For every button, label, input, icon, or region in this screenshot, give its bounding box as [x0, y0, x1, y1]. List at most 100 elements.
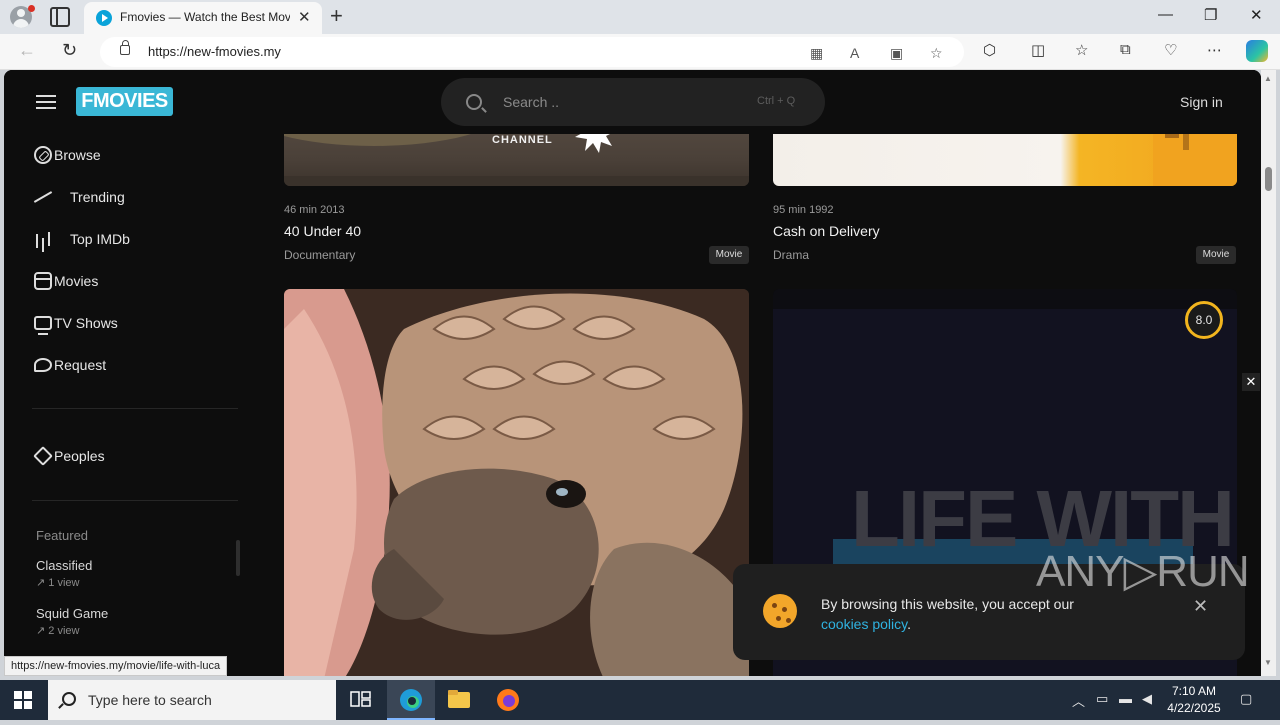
tab-bar: Fmovies — Watch the Best Movies ✕ + — ❐ … [0, 0, 1280, 34]
sign-in-link[interactable]: Sign in [1180, 94, 1223, 110]
views-count: 1 view [48, 577, 80, 589]
star-icon [33, 446, 53, 466]
cookie-close-button[interactable]: ✕ [1193, 596, 1208, 617]
scrollbar-thumb[interactable] [1265, 167, 1272, 191]
url-text[interactable]: https://new-fmovies.my [148, 44, 281, 59]
tray-chevron-icon[interactable]: ︿ [1072, 691, 1085, 710]
featured-item-views: ↗ 1 view [36, 577, 80, 589]
more-menu-icon[interactable]: ⋯ [1207, 41, 1222, 59]
file-explorer-icon[interactable] [435, 680, 483, 720]
taskbar: Type here to search ︿ ▭ ▬ ◀ 7:10 AM 4/22… [0, 680, 1280, 720]
tab-active[interactable]: Fmovies — Watch the Best Movies ✕ [84, 2, 322, 34]
status-bar-url: https://new-fmovies.my/movie/life-with-l… [4, 656, 228, 676]
folder-icon [448, 690, 470, 708]
tray-device-icon[interactable]: ▭ [1096, 691, 1108, 707]
sidebar-item-label: Peoples [54, 448, 105, 464]
tab-title: Fmovies — Watch the Best Movies [120, 10, 290, 24]
extensions-icon[interactable]: ⬡ [983, 41, 996, 59]
lock-icon[interactable] [120, 40, 130, 55]
site-logo[interactable]: FMOVIES [76, 87, 173, 116]
sidebar-item-label: TV Shows [54, 315, 118, 331]
minimize-button[interactable]: — [1158, 6, 1173, 23]
taskbar-search[interactable]: Type here to search [48, 680, 336, 720]
window-close-button[interactable]: ✕ [1250, 6, 1263, 24]
task-view-icon[interactable] [336, 680, 384, 720]
split-screen-icon[interactable]: ◫ [1031, 41, 1045, 59]
type-badge: Movie [709, 246, 749, 264]
edge-taskbar-icon[interactable] [387, 680, 435, 720]
favorite-star-icon[interactable]: ☆ [930, 45, 943, 62]
poster-pangolin[interactable] [284, 289, 749, 676]
cookies-policy-link[interactable]: cookies policy [821, 616, 907, 632]
card-title[interactable]: 40 Under 40 [284, 223, 361, 239]
read-aloud-icon[interactable]: A [850, 45, 859, 61]
chat-bubble-icon [34, 358, 52, 372]
views-count: 2 view [48, 625, 80, 637]
search-shortcut-hint: Ctrl + Q [757, 95, 796, 107]
cookie-text: By browsing this website, you accept our… [821, 594, 1074, 634]
scroll-up-icon[interactable]: ▲ [1264, 74, 1272, 83]
notifications-icon[interactable]: ▢ [1240, 691, 1252, 707]
tab-actions-icon[interactable] [50, 7, 70, 27]
divider [32, 408, 238, 409]
sidebar-item-request[interactable]: Request [32, 353, 106, 377]
trending-icon [32, 186, 54, 208]
compass-icon [34, 146, 52, 164]
apps-icon[interactable]: ▦ [810, 45, 823, 62]
sidebar-item-movies[interactable]: Movies [32, 269, 98, 293]
divider [32, 500, 238, 501]
overlay-close-button[interactable]: ✕ [1242, 373, 1260, 391]
restore-button[interactable]: ❐ [1204, 6, 1217, 24]
bar-chart-icon [32, 228, 54, 250]
scroll-down-icon[interactable]: ▼ [1264, 658, 1272, 667]
url-field[interactable]: https://new-fmovies.my ▦ A ▣ ☆ [100, 37, 964, 67]
tv-icon [34, 316, 52, 335]
card-title[interactable]: Cash on Delivery [773, 223, 880, 239]
sidebar-item-peoples[interactable]: Peoples [32, 444, 105, 468]
search-input[interactable] [503, 92, 703, 112]
sidebar-item-label: Request [54, 357, 107, 373]
tab-close-button[interactable]: ✕ [298, 8, 311, 26]
taskbar-search-text[interactable]: Type here to search [88, 692, 212, 708]
featured-heading: Featured [36, 528, 89, 543]
featured-scrollbar[interactable] [236, 540, 240, 576]
cookie-icon [763, 594, 797, 628]
sidebar-item-browse[interactable]: Browse [32, 143, 101, 167]
network-icon[interactable]: ▬ [1119, 691, 1132, 706]
search-bar[interactable]: Ctrl + Q [441, 78, 825, 126]
card-genre: Drama [773, 248, 810, 262]
clock-date[interactable]: 4/22/2025 [1166, 701, 1222, 715]
reload-icon[interactable]: ↻ [62, 40, 77, 61]
firefox-icon[interactable] [484, 680, 532, 720]
collections-icon[interactable]: ⧉ [1120, 41, 1131, 58]
type-badge: Movie [1196, 246, 1236, 264]
new-tab-button[interactable]: + [330, 3, 343, 29]
immersive-reader-icon[interactable]: ▣ [890, 45, 903, 62]
card-genre: Documentary [284, 248, 356, 262]
notification-dot [28, 5, 35, 12]
featured-item-title[interactable]: Classified [36, 558, 92, 573]
sidebar-item-label: Top IMDb [70, 231, 130, 247]
search-icon [466, 94, 482, 110]
featured-item-title[interactable]: Squid Game [36, 606, 108, 621]
sidebar-item-top-imdb[interactable]: Top IMDb [32, 227, 130, 251]
poster-channel-text: CHANNEL [492, 134, 553, 146]
site-header: FMOVIES Ctrl + Q Sign in [4, 70, 1261, 134]
copilot-icon[interactable] [1246, 40, 1268, 62]
sidebar-item-tv-shows[interactable]: TV Shows [32, 311, 118, 335]
card-meta: 46 min 2013 [284, 204, 345, 216]
back-arrow-icon[interactable]: ← [18, 40, 36, 61]
sidebar-item-label: Browse [54, 147, 101, 163]
menu-icon[interactable] [36, 95, 56, 109]
favorites-icon[interactable]: ☆ [1075, 41, 1088, 59]
sidebar: Browse Trending Top IMDb Movies TV Shows… [4, 134, 264, 676]
clock-time[interactable]: 7:10 AM [1166, 684, 1222, 698]
sidebar-item-trending[interactable]: Trending [32, 185, 125, 209]
cookie-suffix: . [907, 616, 912, 632]
volume-icon[interactable]: ◀ [1142, 691, 1152, 707]
task-view-glyph [350, 691, 371, 707]
firefox-glyph [497, 689, 519, 711]
page-scrollbar[interactable]: ▲ ▼ [1261, 70, 1276, 676]
windows-start-icon[interactable] [14, 691, 32, 709]
browser-essentials-icon[interactable]: ♡ [1164, 41, 1177, 59]
